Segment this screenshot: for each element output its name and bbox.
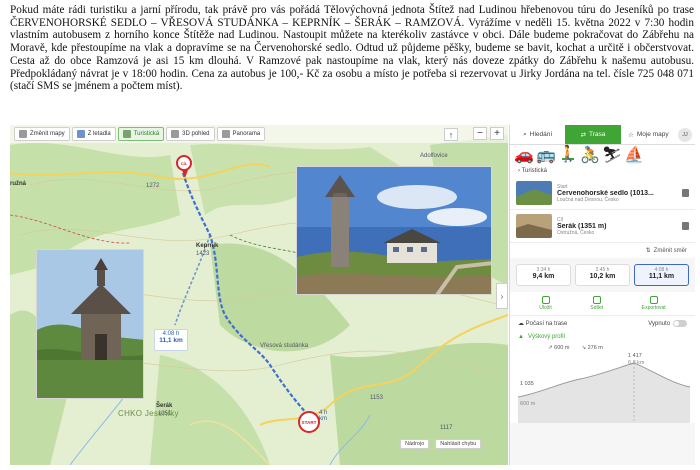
boat-icon[interactable]: ⛵: [624, 147, 644, 164]
variant-option-3[interactable]: 4:08 h 11,1 km: [634, 264, 689, 286]
panorama-button[interactable]: Panorama: [216, 127, 266, 141]
compass-button[interactable]: ↑: [444, 128, 458, 141]
map-toolbar: Změnit mapy Z letadla Turistická 3D pohl…: [10, 125, 508, 143]
start-marker[interactable]: START: [298, 411, 320, 433]
save-icon: [541, 296, 550, 304]
bus-icon[interactable]: 🚌: [536, 147, 556, 164]
tower-photo: [296, 166, 492, 295]
peak-label: Keprník: [196, 243, 219, 249]
tab-search[interactable]: ⌕ Hledání: [510, 125, 565, 144]
zoom-out-button[interactable]: −: [473, 127, 487, 140]
altitude-label: 1153: [370, 395, 383, 401]
search-icon: ⌕: [523, 130, 527, 138]
altitude-label: 1117: [440, 425, 453, 431]
car-icon[interactable]: 🚗: [514, 147, 534, 164]
end-thumbnail: [516, 214, 552, 238]
avatar[interactable]: JJ: [677, 128, 692, 142]
finish-marker-tail: [182, 170, 188, 178]
elevation-chart[interactable]: 1 035 1 417 6,8 km 600 m: [510, 353, 695, 423]
start-thumbnail: [516, 181, 552, 205]
variant-option-2[interactable]: 3:45 h 10,2 km: [575, 264, 630, 286]
save-button[interactable]: Uložit: [539, 296, 552, 311]
aerial-map-button[interactable]: Z letadla: [71, 127, 116, 141]
start-waypoint[interactable]: Start Červenohorské sedlo (1013... Loučn…: [510, 177, 695, 210]
article-text: Pokud máte rádi turistiku a jarní přírod…: [10, 4, 694, 93]
tab-route[interactable]: ⇄ Trasa: [565, 125, 621, 144]
share-button[interactable]: Sdílet: [590, 296, 603, 311]
star-icon: ☆: [628, 131, 634, 139]
route-icon: ⇄: [580, 131, 587, 139]
transport-modes: 🚗 🚌 🚶 🚴 ⛷ ⛵: [510, 145, 695, 165]
mountain-icon: ▲: [518, 334, 524, 340]
weather-toggle[interactable]: [673, 320, 687, 327]
start-time-label: 4 h km: [319, 410, 328, 422]
route-info-box[interactable]: 4:08 h 11,1 km: [154, 329, 188, 351]
change-direction-button[interactable]: ⇅ Změnit směr: [510, 243, 695, 258]
chapel-photo: [36, 249, 144, 399]
cube-icon: [171, 130, 180, 138]
zoom-in-button[interactable]: +: [490, 127, 504, 140]
place-label: Vřesová studánka: [260, 343, 309, 349]
tab-my-maps[interactable]: ☆ Moje mapy: [621, 125, 676, 144]
export-icon: [649, 296, 658, 304]
map-footer: Nádrojo Nahlásit chybu: [400, 439, 482, 449]
swap-icon: ⇅: [645, 248, 651, 254]
route-panel: ⌕ Hledání ⇄ Trasa ☆ Moje mapy JJ 🚗 🚌 🚶 🚴…: [509, 125, 695, 465]
route-variants: 3:34 h 9,4 km 3:45 h 10,2 km 4:08 h 11,1…: [510, 258, 695, 292]
airplane-icon: [76, 130, 85, 138]
protected-area-label: CHKO Jeseníky: [118, 409, 179, 418]
layers-icon: [19, 130, 27, 138]
panorama-icon: [221, 130, 230, 138]
tourist-map-button[interactable]: Turistická: [117, 127, 165, 141]
change-map-button[interactable]: Změnit mapy: [14, 127, 70, 141]
route-type[interactable]: › Turistická: [510, 165, 695, 177]
end-waypoint[interactable]: Cíl Šerák (1351 m) Ostružná, Česko: [510, 210, 695, 243]
export-button[interactable]: Exportovat: [642, 296, 666, 311]
nearby-button[interactable]: Nádrojo: [400, 439, 430, 449]
altitude-label: 1423: [196, 251, 210, 257]
trash-icon[interactable]: [682, 222, 689, 230]
zoom-controls: − +: [473, 127, 504, 140]
finish-marker[interactable]: CÍL: [176, 155, 192, 171]
altitude-label: 1272: [146, 183, 160, 189]
place-label: Adolfovice: [420, 153, 448, 159]
3d-view-button[interactable]: 3D pohled: [166, 127, 215, 141]
weather-row: ☁ Počasí na trase Vypnuto: [510, 315, 695, 331]
route-actions: Uložit Sdílet Exportovat: [510, 292, 695, 315]
weather-icon: ☁: [518, 321, 526, 327]
hiker-icon: [122, 130, 131, 138]
variant-option-1[interactable]: 3:34 h 9,4 km: [516, 264, 571, 286]
bike-icon[interactable]: 🚴: [580, 147, 600, 164]
elevation-profile-header[interactable]: ▲ Výškový profil: [510, 331, 695, 343]
walking-icon[interactable]: 🚶: [558, 146, 578, 163]
collapse-panel-button[interactable]: ›: [496, 283, 508, 309]
chevron-right-icon: ›: [518, 168, 520, 174]
place-label: ružná: [10, 181, 27, 187]
elevation-stats: ↗ 600 m ↘ 276 m: [510, 343, 695, 353]
share-icon: [592, 296, 601, 304]
trash-icon[interactable]: [682, 189, 689, 197]
report-error-button[interactable]: Nahlásit chybu: [435, 439, 482, 449]
panel-tabs: ⌕ Hledání ⇄ Trasa ☆ Moje mapy JJ: [510, 125, 695, 145]
skiing-icon[interactable]: ⛷: [602, 147, 622, 164]
